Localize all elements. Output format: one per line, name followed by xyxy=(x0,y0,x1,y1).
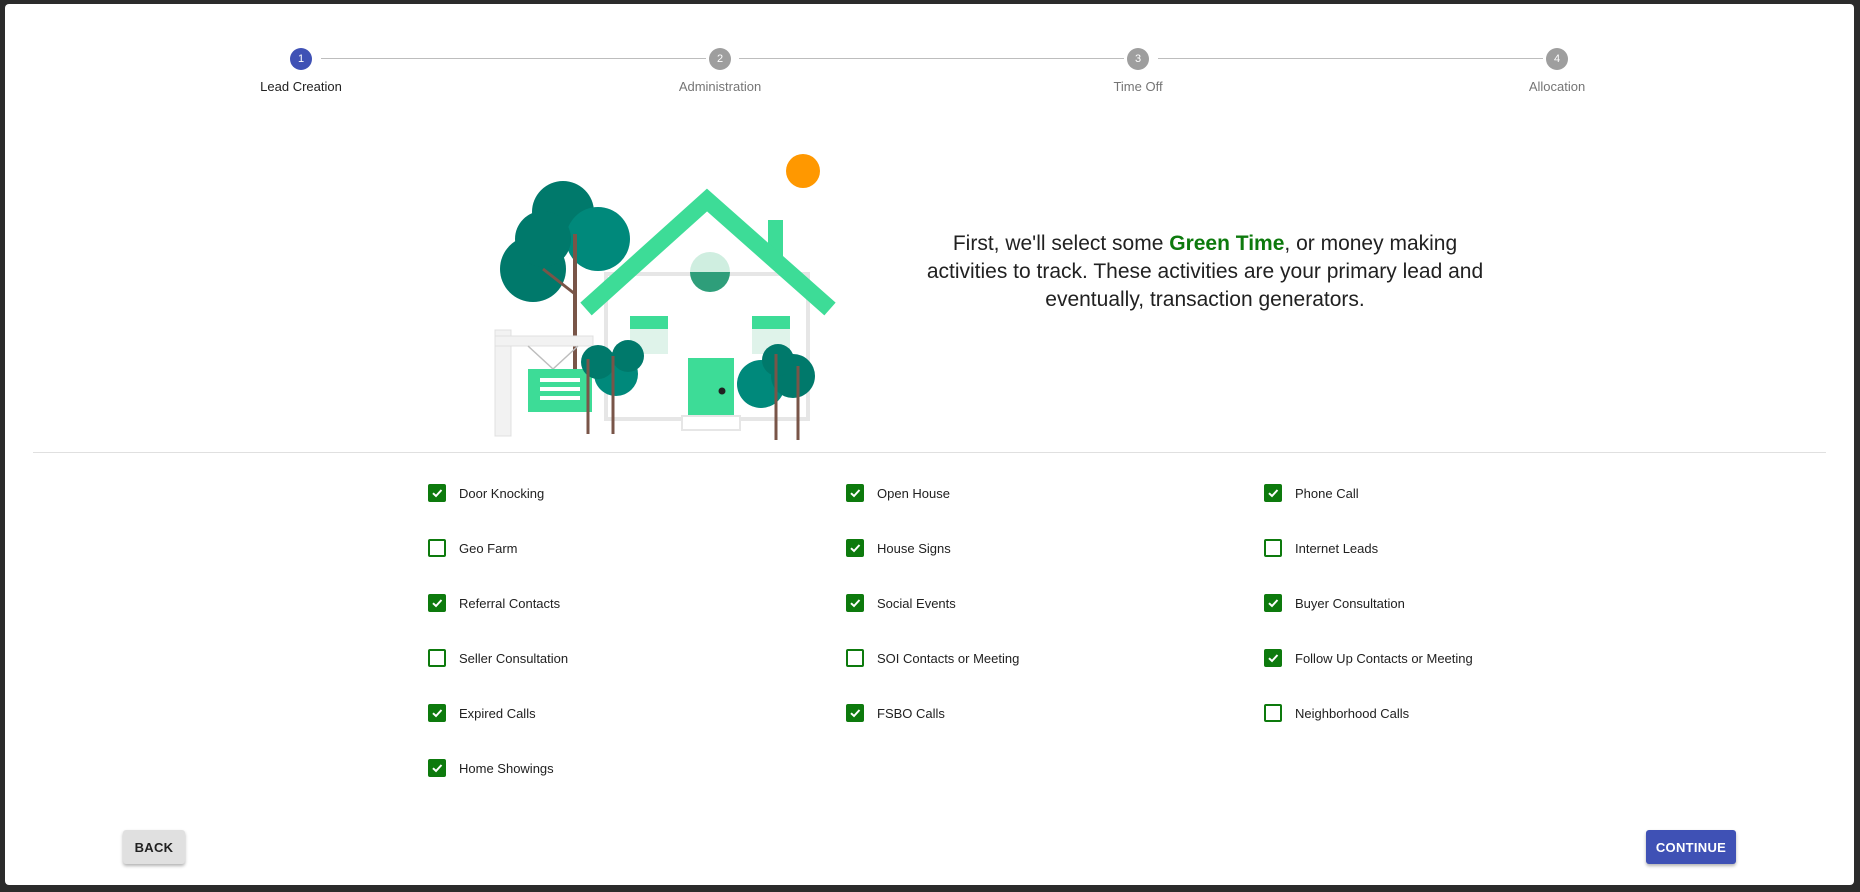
activity-option-label: Expired Calls xyxy=(459,705,536,721)
step-label: Administration xyxy=(678,79,762,94)
back-button[interactable]: BACK xyxy=(123,830,185,864)
continue-button[interactable]: CONTINUE xyxy=(1646,830,1736,864)
checkmark-icon xyxy=(432,709,443,718)
activity-option[interactable]: Door Knocking xyxy=(428,481,544,505)
step-lead-creation[interactable]: 1 Lead Creation xyxy=(201,48,401,94)
activity-option-label: House Signs xyxy=(877,540,951,556)
step-time-off[interactable]: 3 Time Off xyxy=(1038,48,1238,94)
activity-option[interactable]: Internet Leads xyxy=(1264,536,1378,560)
activity-option[interactable]: Follow Up Contacts or Meeting xyxy=(1264,646,1473,670)
checkbox-unchecked[interactable] xyxy=(1264,704,1282,722)
checkbox-checked[interactable] xyxy=(846,484,864,502)
checkbox-unchecked[interactable] xyxy=(1264,539,1282,557)
checkmark-icon xyxy=(850,709,861,718)
activity-option[interactable]: Referral Contacts xyxy=(428,591,560,615)
checkbox-checked[interactable] xyxy=(846,704,864,722)
checkbox-unchecked[interactable] xyxy=(428,539,446,557)
checkmark-icon xyxy=(432,764,443,773)
activity-option[interactable]: Home Showings xyxy=(428,756,554,780)
activity-option-label: Referral Contacts xyxy=(459,595,561,611)
step-label: Allocation xyxy=(1528,79,1586,94)
checkbox-unchecked[interactable] xyxy=(846,649,864,667)
activity-option[interactable]: FSBO Calls xyxy=(846,701,945,725)
step-administration[interactable]: 2 Administration xyxy=(620,48,820,94)
checkmark-icon xyxy=(850,489,861,498)
activity-option[interactable]: Open House xyxy=(846,481,950,505)
checkmark-icon xyxy=(850,544,861,553)
checkbox-checked[interactable] xyxy=(428,484,446,502)
step-number: 3 xyxy=(1127,48,1149,70)
step-label: Time Off xyxy=(1113,79,1163,94)
step-number: 2 xyxy=(709,48,731,70)
checkmark-icon xyxy=(1268,599,1279,608)
checkbox-checked[interactable] xyxy=(1264,594,1282,612)
activity-option[interactable]: Neighborhood Calls xyxy=(1264,701,1409,725)
activity-option-label: Internet Leads xyxy=(1295,540,1379,556)
checkmark-icon xyxy=(850,599,861,608)
activity-option[interactable]: Buyer Consultation xyxy=(1264,591,1405,615)
checkbox-checked[interactable] xyxy=(428,704,446,722)
checkmark-icon xyxy=(432,489,443,498)
activity-option-label: Open House xyxy=(877,485,950,501)
activity-option-label: Door Knocking xyxy=(459,485,545,501)
activity-option-label: SOI Contacts or Meeting xyxy=(877,650,1020,666)
activity-option[interactable]: SOI Contacts or Meeting xyxy=(846,646,1019,670)
activity-option[interactable]: Expired Calls xyxy=(428,701,536,725)
intro-text: First, we'll select some Green Time, or … xyxy=(920,230,1490,314)
stepper: 1 Lead Creation 2 Administration 3 Time … xyxy=(5,4,1854,114)
activity-option-label: Social Events xyxy=(877,595,956,611)
checkbox-checked[interactable] xyxy=(846,594,864,612)
step-number: 4 xyxy=(1546,48,1568,70)
activity-option-label: Home Showings xyxy=(459,760,554,776)
house-illustration xyxy=(494,151,836,440)
activity-option[interactable]: Geo Farm xyxy=(428,536,518,560)
checkmark-icon xyxy=(1268,654,1279,663)
step-label: Lead Creation xyxy=(260,79,342,94)
activity-option-label: Neighborhood Calls xyxy=(1295,705,1410,721)
activity-option[interactable]: Social Events xyxy=(846,591,956,615)
checkbox-checked[interactable] xyxy=(428,759,446,777)
step-allocation[interactable]: 4 Allocation xyxy=(1457,48,1657,94)
checkbox-unchecked[interactable] xyxy=(428,649,446,667)
activity-option-label: Follow Up Contacts or Meeting xyxy=(1295,650,1473,666)
activity-option-label: Geo Farm xyxy=(459,540,518,556)
green-time-highlight: Green Time xyxy=(1169,232,1285,255)
checkmark-icon xyxy=(1268,489,1279,498)
intro-text-before: First, we'll select some xyxy=(952,232,1170,255)
divider xyxy=(33,452,1826,453)
activity-option-label: Buyer Consultation xyxy=(1295,595,1405,611)
checkbox-checked[interactable] xyxy=(1264,484,1282,502)
onboarding-dialog: 1 Lead Creation 2 Administration 3 Time … xyxy=(5,4,1854,885)
activity-option[interactable]: Seller Consultation xyxy=(428,646,568,670)
activity-option[interactable]: House Signs xyxy=(846,536,951,560)
activity-option-label: FSBO Calls xyxy=(877,705,945,721)
activity-option[interactable]: Phone Call xyxy=(1264,481,1359,505)
checkbox-checked[interactable] xyxy=(846,539,864,557)
step-number: 1 xyxy=(290,48,312,70)
checkmark-icon xyxy=(432,599,443,608)
checkbox-checked[interactable] xyxy=(1264,649,1282,667)
activity-option-label: Phone Call xyxy=(1295,485,1359,501)
checkbox-checked[interactable] xyxy=(428,594,446,612)
activity-option-label: Seller Consultation xyxy=(459,650,569,666)
